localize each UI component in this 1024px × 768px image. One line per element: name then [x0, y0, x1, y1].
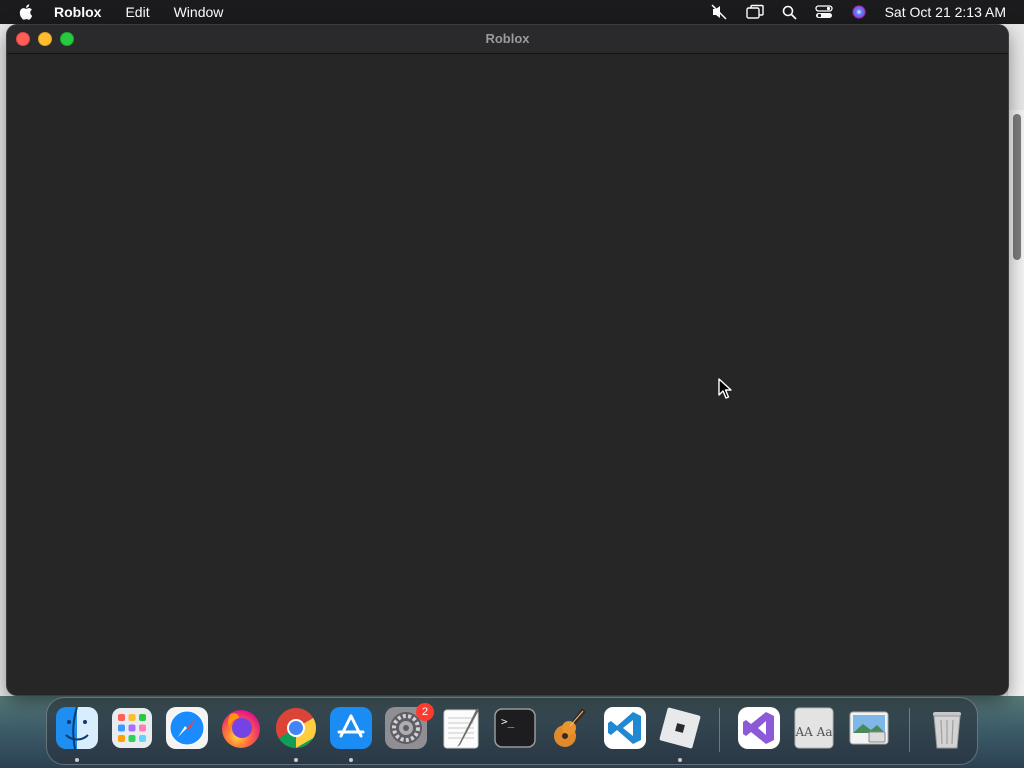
menu-bar-clock[interactable]: Sat Oct 21 2:13 AM — [885, 4, 1006, 20]
garageband-icon[interactable] — [548, 706, 592, 750]
dock-separator — [719, 708, 720, 752]
finder-icon[interactable] — [55, 706, 99, 750]
roblox-window: Roblox — [7, 25, 1008, 695]
visual-studio-icon[interactable] — [737, 706, 781, 750]
launchpad-icon[interactable] — [110, 706, 154, 750]
system-preferences-badge: 2 — [416, 703, 434, 721]
terminal-prompt: >_ — [501, 715, 515, 728]
finder-running-indicator — [75, 758, 79, 762]
mouse-pointer-icon — [718, 378, 732, 399]
chrome-running-indicator — [294, 758, 298, 762]
mute-icon[interactable] — [710, 4, 728, 20]
font-book-glyphs: AA Aa — [795, 725, 833, 739]
maximize-button[interactable] — [60, 32, 74, 46]
chrome-icon[interactable] — [274, 706, 318, 750]
roblox-icon[interactable] — [658, 706, 702, 750]
textedit-icon[interactable] — [439, 706, 483, 750]
vscode-icon[interactable] — [603, 706, 647, 750]
menu-edit[interactable]: Edit — [125, 0, 149, 24]
menu-bar: Roblox Edit Window Sat Oct 21 2:13 AM — [0, 0, 1024, 24]
terminal-icon[interactable]: >_ — [493, 706, 537, 750]
window-content[interactable] — [7, 54, 1008, 695]
siri-icon[interactable] — [851, 4, 867, 20]
background-scrollbar-thumb[interactable] — [1013, 114, 1021, 260]
font-book-icon[interactable]: AA Aa — [792, 706, 836, 750]
window-title: Roblox — [485, 31, 530, 46]
menu-window[interactable]: Window — [174, 0, 224, 24]
dock: 2 >_ AA Aa — [46, 697, 978, 765]
roblox-running-indicator — [678, 758, 682, 762]
screen-mirroring-icon[interactable] — [745, 4, 764, 20]
app-store-icon[interactable] — [329, 706, 373, 750]
close-button[interactable] — [16, 32, 30, 46]
apple-menu-icon[interactable] — [18, 3, 36, 21]
minimize-button[interactable] — [38, 32, 52, 46]
firefox-icon[interactable] — [219, 706, 263, 750]
control-center-icon[interactable] — [814, 4, 833, 20]
safari-icon[interactable] — [165, 706, 209, 750]
dock-separator-trash — [909, 708, 910, 752]
spotlight-search-icon[interactable] — [782, 5, 797, 20]
menu-app-roblox[interactable]: Roblox — [54, 0, 101, 24]
trash-icon[interactable] — [925, 706, 969, 750]
window-titlebar[interactable]: Roblox — [7, 25, 1008, 54]
app-store-running-indicator — [349, 758, 353, 762]
preview-icon[interactable] — [847, 706, 891, 750]
